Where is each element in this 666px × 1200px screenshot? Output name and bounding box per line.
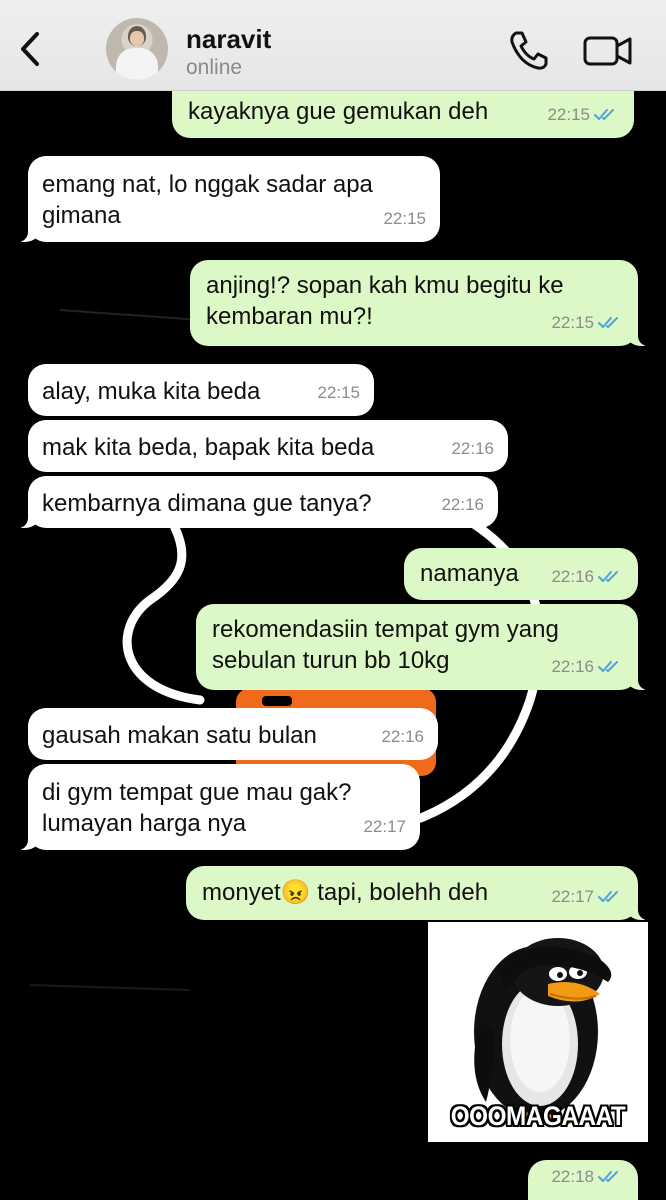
- message-incoming[interactable]: mak kita beda, bapak kita beda 22:16: [28, 420, 508, 472]
- message-text: alay, muka kita beda: [42, 378, 261, 405]
- message-time: 22:15: [551, 313, 594, 332]
- contact-status: online: [186, 56, 243, 79]
- read-receipt-icon: [598, 1170, 618, 1182]
- message-time: 22:16: [381, 727, 424, 746]
- message-incoming[interactable]: alay, muka kita beda 22:15: [28, 364, 374, 416]
- back-button[interactable]: [10, 26, 50, 72]
- chat-area[interactable]: kayaknya gue gemukan deh 22:15 emang nat…: [0, 0, 666, 1200]
- message-text: kembarnya dimana gue tanya?: [42, 490, 372, 517]
- message-meta: 22:16: [381, 721, 424, 752]
- message-time: 22:16: [441, 495, 484, 514]
- message-incoming[interactable]: gausah makan satu bulan 22:16: [28, 708, 438, 760]
- chevron-left-icon: [21, 32, 39, 66]
- message-outgoing[interactable]: anjing!? sopan kah kmu begitu ke kembara…: [190, 260, 658, 346]
- read-receipt-icon: [598, 570, 618, 582]
- message-time: 22:15: [383, 209, 426, 228]
- read-receipt-icon: [594, 108, 614, 120]
- message-incoming[interactable]: kembarnya dimana gue tanya? 22:16: [8, 476, 498, 528]
- message-meta: 22:16: [551, 561, 624, 592]
- chat-header: naravit online: [0, 0, 666, 91]
- read-receipt-icon: [598, 660, 618, 672]
- sticker-message[interactable]: OOOMAGAAAT: [428, 922, 648, 1142]
- message-time: 22:17: [551, 887, 594, 906]
- message-time: 22:18: [551, 1167, 594, 1186]
- avatar[interactable]: [106, 18, 168, 80]
- read-receipt-icon: [598, 890, 618, 902]
- message-time: 22:16: [551, 657, 594, 676]
- video-camera-icon: [583, 36, 632, 66]
- message-meta: 22:17: [551, 881, 624, 912]
- message-outgoing[interactable]: namanya 22:16: [404, 548, 638, 600]
- message-meta: 22:15: [551, 307, 624, 338]
- message-time: 22:15: [547, 105, 590, 124]
- message-time: 22:17: [363, 817, 406, 836]
- message-meta: 22:17: [363, 811, 406, 842]
- message-outgoing[interactable]: monyet😠 tapi, bolehh deh 22:17: [186, 866, 658, 920]
- message-meta: 22:15: [317, 377, 360, 408]
- message-text: di gym tempat gue mau gak? lumayan harga…: [42, 779, 352, 837]
- message-meta: 22:16: [551, 651, 624, 682]
- message-meta: 22:16: [441, 489, 484, 520]
- read-receipt-icon: [598, 316, 618, 328]
- sticker-time-pill: 22:18: [528, 1160, 638, 1200]
- video-call-button[interactable]: [582, 30, 634, 70]
- message-incoming[interactable]: di gym tempat gue mau gak? lumayan harga…: [8, 764, 420, 850]
- message-meta: 22:15: [547, 99, 620, 130]
- message-time: 22:16: [551, 567, 594, 586]
- message-outgoing[interactable]: rekomendasiin tempat gym yang sebulan tu…: [196, 604, 658, 690]
- message-text: emang nat, lo nggak sadar apa gimana: [42, 171, 373, 229]
- message-incoming[interactable]: emang nat, lo nggak sadar apa gimana 22:…: [8, 156, 440, 242]
- message-meta: 22:15: [383, 203, 426, 234]
- message-text: gausah makan satu bulan: [42, 722, 317, 749]
- message-text: mak kita beda, bapak kita beda: [42, 434, 375, 461]
- message-meta: 22:18: [551, 1161, 624, 1192]
- message-outgoing[interactable]: kayaknya gue gemukan deh 22:15: [172, 86, 634, 138]
- phone-icon: [510, 31, 548, 70]
- message-time: 22:15: [317, 383, 360, 402]
- message-meta: 22:16: [451, 433, 494, 464]
- contact-name[interactable]: naravit: [186, 24, 271, 55]
- sticker-caption: OOOMAGAAAT: [450, 1101, 626, 1131]
- voice-call-button[interactable]: [506, 28, 550, 72]
- message-time: 22:16: [451, 439, 494, 458]
